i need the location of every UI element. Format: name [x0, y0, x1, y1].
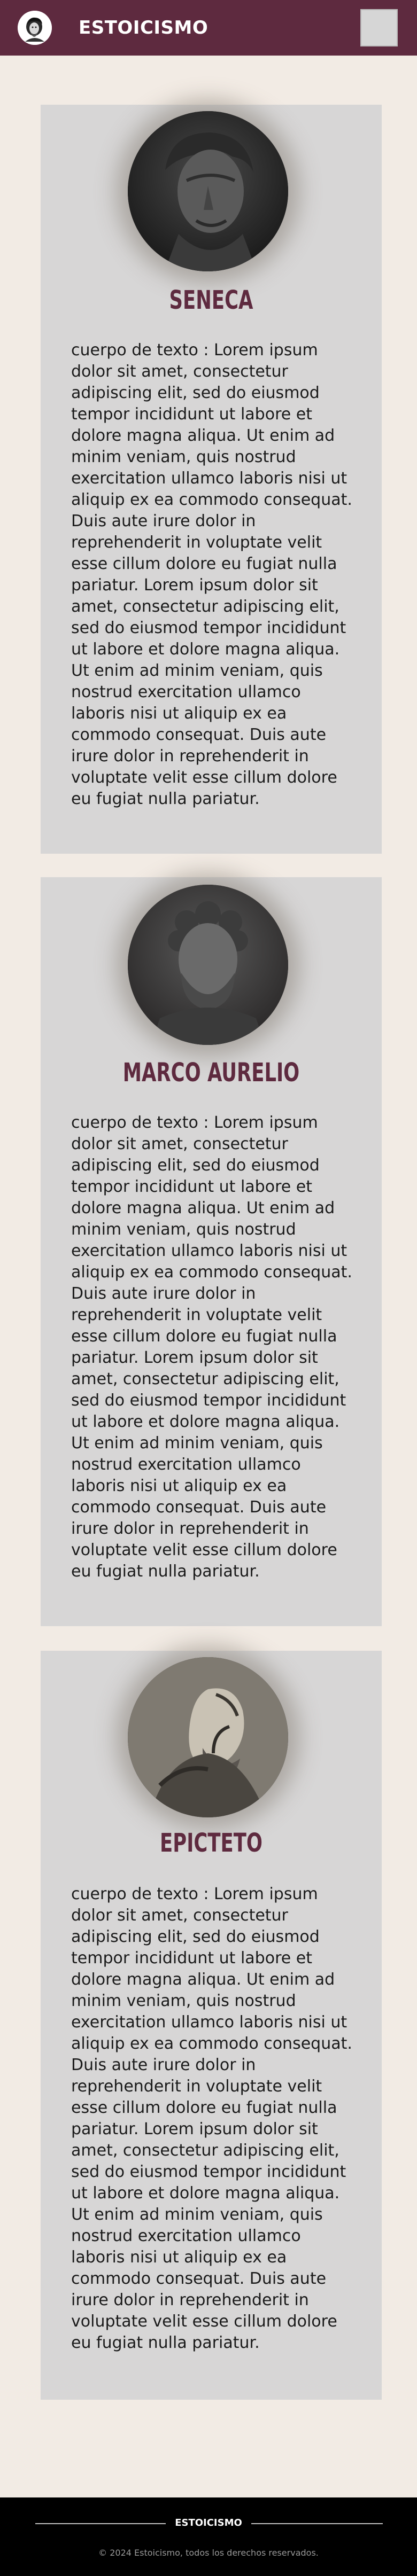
- philosopher-description: cuerpo de texto : Lorem ipsum dolor sit …: [71, 1885, 352, 2352]
- marco-aurelio-bust-portrait: [128, 885, 288, 1045]
- philosopher-card-epicteto: EPICTETO cuerpo de texto : Lorem ipsum d…: [41, 1651, 382, 2400]
- site-footer: ESTOICISMO © 2024 Estoicismo, todos los …: [0, 2497, 417, 2576]
- footer-divider-right: [251, 2523, 383, 2524]
- menu-button[interactable]: [360, 9, 398, 46]
- philosopher-bust-icon[interactable]: [18, 11, 52, 45]
- philosopher-name: SENECA: [169, 285, 253, 315]
- epicteto-engraving-portrait: [128, 1657, 288, 1817]
- philosopher-description: cuerpo de texto : Lorem ipsum dolor sit …: [71, 1113, 352, 1581]
- site-brand[interactable]: ESTOICISMO: [79, 14, 208, 41]
- philosopher-card-marco-aurelio: MARCO AURELIO cuerpo de texto : Lorem ip…: [41, 877, 382, 1626]
- philosopher-card-seneca: SENECA cuerpo de texto : Lorem ipsum dol…: [41, 105, 382, 854]
- footer-copyright: © 2024 Estoicismo, todos los derechos re…: [98, 2548, 319, 2558]
- philosopher-name: EPICTETO: [160, 1828, 262, 1858]
- philosopher-name: MARCO AURELIO: [122, 1058, 300, 1088]
- site-header: ESTOICISMO: [0, 0, 417, 56]
- philosopher-description: cuerpo de texto : Lorem ipsum dolor sit …: [71, 341, 352, 808]
- seneca-bust-portrait: [128, 111, 288, 271]
